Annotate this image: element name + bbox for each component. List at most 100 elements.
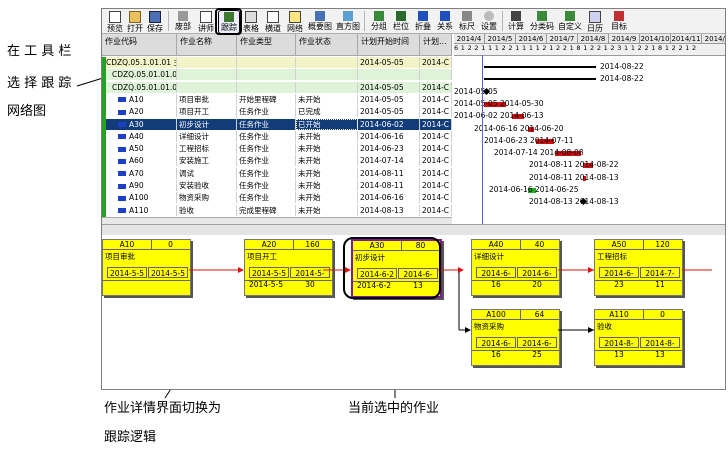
gantt-chart: 2014/4 2014/5 2014/6 2014/7 2014/8 2014/9 2014… <box>454 34 725 224</box>
cell-start: 2014-05-05 <box>358 106 420 118</box>
toolbar-save-button[interactable]: 保存 <box>146 10 164 33</box>
activity-row[interactable]: A20 项目开工 任务作业 已完成 2014-05-05 2014-C <box>102 106 452 118</box>
cell-text: 任务作业 <box>239 144 269 154</box>
cell-end: 2014-C <box>420 106 452 118</box>
activity-row[interactable]: A60 安装施工 任务作业 未开始 2014-07-14 2014-C <box>102 155 452 167</box>
activity-bar-icon <box>118 146 126 152</box>
arrowhead <box>238 267 244 273</box>
cell-start: 2014-05-05 <box>358 57 420 68</box>
wbs-row[interactable]: CDZQ.05.01.01.01 煤仓间 <box>102 69 452 81</box>
col-header-type[interactable]: 作业类型 <box>237 34 296 56</box>
col-header-code[interactable]: 作业代码 <box>102 34 177 56</box>
toolbar-delete-button[interactable]: 废部 <box>174 10 192 32</box>
col-header-start[interactable]: 计划开始时间 <box>358 34 420 56</box>
cell-start: 2014-08-11 <box>358 167 420 179</box>
cell-text: A60 <box>129 156 144 166</box>
cell-code: A20 <box>102 106 177 118</box>
cell-text: 未开始 <box>298 131 321 141</box>
activity-row[interactable]: A50 工程招标 任务作业 未开始 2014-06-23 2014-C <box>102 143 452 155</box>
wbs-row[interactable]: CDZQ.05.01.01.02 汽机间 2014-05-05 2014-C <box>102 81 452 93</box>
cell-text: 2014-08-11 <box>360 168 404 178</box>
cell-type: 任务作业 <box>237 155 296 167</box>
toolbar-relations-button[interactable]: 关系 <box>436 10 454 32</box>
gantt-date-label: 2014-06-02 2014-06-13 <box>454 111 544 121</box>
cell-text: 开始里程碑 <box>239 94 277 104</box>
cell-type: 任务作业 <box>237 130 296 142</box>
toolbar-group-button[interactable]: 分组 <box>370 10 388 32</box>
cell-start: 2014-06-16 <box>358 192 420 204</box>
data-date-line <box>482 55 483 224</box>
toolbar-collapse-button[interactable]: 折叠 <box>414 10 432 32</box>
cell-type: 任务作业 <box>237 143 296 155</box>
cell-text: 2014-05-05 <box>360 82 404 92</box>
cell-start: 2014-06-23 <box>358 143 420 155</box>
cell-text: 任务作业 <box>239 193 269 203</box>
activity-bar-icon <box>118 109 126 115</box>
cell-end: 2014-C <box>420 130 452 142</box>
cell-start: 2014-06-02 <box>358 118 420 130</box>
cell-code: A40 <box>102 130 177 142</box>
toolbar-codes-button[interactable]: 分类码 <box>530 10 554 32</box>
toolbar-table-button[interactable]: 表格 <box>242 10 260 33</box>
grid-horizontal-scrollbar[interactable] <box>102 217 452 224</box>
cell-status <box>296 69 358 81</box>
toolbar-custom-button[interactable]: 自定义 <box>558 10 582 32</box>
gantt-month: 2014/9 <box>609 34 640 44</box>
cell-status: 未开始 <box>296 93 358 105</box>
toolbar-ruler-button[interactable]: 标尺 <box>458 10 476 32</box>
wbs-summary-bar[interactable] <box>484 78 596 81</box>
calendar-icon <box>589 11 601 23</box>
toolbar-calendar-button[interactable]: 日历 <box>586 10 604 33</box>
cell-status <box>296 81 358 93</box>
gantt-month: 2014/5 <box>485 34 516 44</box>
summary-icon <box>315 11 325 21</box>
toolbar-gantt-button[interactable]: 横道 <box>264 10 282 33</box>
arrowhead <box>588 267 594 273</box>
activity-row[interactable]: A40 详细设计 任务作业 未开始 2014-06-16 2014-C <box>102 130 452 142</box>
activity-row[interactable]: A90 安装验收 任务作业 未开始 2014-08-11 2014-C <box>102 180 452 191</box>
wbs-row[interactable]: CDZQ.05.1.01.01 主厂房地 2014-05-05 2014-C <box>102 57 452 68</box>
cell-type: 任务作业 <box>237 106 296 118</box>
cell-text: 安装施工 <box>179 156 209 166</box>
activity-bar-icon <box>118 195 126 201</box>
col-header-name[interactable]: 作业名称 <box>177 34 237 56</box>
wbs-summary-bar[interactable] <box>484 66 596 68</box>
toolbar-open-button[interactable]: 打开 <box>126 10 144 33</box>
settings-icon <box>484 11 494 21</box>
cell-code: A50 <box>102 143 177 155</box>
activity-row[interactable]: A100 物资采购 任务作业 未开始 2014-06-16 2014-C <box>102 192 452 204</box>
cell-text: 未开始 <box>298 205 321 215</box>
cell-status: 未开始 <box>296 204 358 216</box>
preview-icon <box>109 11 121 23</box>
activity-row[interactable]: A10 项目审批 开始里程碑 未开始 2014-05-05 2014-C <box>102 93 452 105</box>
toolbar-summary-button[interactable]: 概要图 <box>308 10 332 32</box>
toolbar-settings-button[interactable]: 设置 <box>480 10 498 32</box>
activity-row[interactable]: A30 初步设计 任务作业 已开始 2014-06-02 2014-C <box>102 118 452 130</box>
activity-row[interactable]: A110 验收 完成里程碑 未开始 2014-08-13 2014-C <box>102 204 452 216</box>
toolbar-histogram-button[interactable]: 直方图 <box>336 10 360 32</box>
cell-name: 安装施工 <box>177 155 237 167</box>
gantt-date-label: 2014-06-16 2014-06-20 <box>474 123 564 133</box>
cell-end: 2014-C <box>420 155 452 167</box>
calculate-icon <box>511 11 521 21</box>
cell-text: 任务作业 <box>239 119 269 129</box>
cell-text: 2014-C <box>422 119 450 129</box>
activity-row[interactable]: A70 调试 任务作业 未开始 2014-08-11 2014-C <box>102 167 452 179</box>
cell-text: A30 <box>129 119 144 129</box>
toolbar-columns-button[interactable]: 栏位 <box>392 10 410 32</box>
toolbar-calculate-button[interactable]: 计算 <box>507 10 525 32</box>
toolbar-network-button[interactable]: 网络 <box>286 10 304 33</box>
cell-end: 2014-C <box>420 192 452 204</box>
cell-name: 物资采购 <box>177 192 237 204</box>
custom-icon <box>565 11 575 21</box>
toolbar-instructor-button[interactable]: 讲师 <box>197 10 215 33</box>
network-icon <box>289 11 301 23</box>
cell-type: 完成里程碑 <box>237 204 296 216</box>
cell-text: A110 <box>129 205 149 215</box>
toolbar-target-button[interactable]: 目标 <box>610 10 628 32</box>
cell-text: 未开始 <box>298 94 321 104</box>
col-header-end[interactable]: 计划... <box>420 34 452 56</box>
col-header-status[interactable]: 作业状态 <box>296 34 358 56</box>
cell-text: 未开始 <box>298 168 321 178</box>
toolbar-preview-button[interactable]: 预览 <box>106 10 124 33</box>
